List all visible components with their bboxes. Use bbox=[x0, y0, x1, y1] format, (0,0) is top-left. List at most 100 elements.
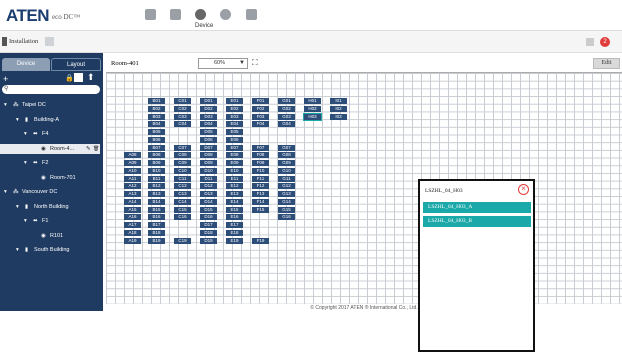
chevron-down-icon[interactable]: ▾ bbox=[16, 202, 19, 212]
rack-d19[interactable]: D19 bbox=[200, 237, 217, 244]
rack-a17[interactable]: A17 bbox=[124, 222, 141, 228]
rack-g14[interactable]: G14 bbox=[278, 198, 295, 205]
rack-e04[interactable]: E04 bbox=[226, 121, 243, 128]
document-icon[interactable] bbox=[246, 9, 257, 20]
rack-e16[interactable]: E16 bbox=[226, 214, 243, 221]
nav-device-label[interactable]: Device bbox=[195, 23, 213, 29]
floor-grid[interactable]: B01 C01 D01 E01 F01 G01 H01 I01 B02 C02 D02 E02 F02 G… bbox=[106, 72, 622, 304]
rack-f02[interactable]: F02 bbox=[252, 105, 269, 112]
rack-d13[interactable]: D13 bbox=[200, 191, 217, 197]
rack-d14[interactable]: D14 bbox=[200, 198, 217, 205]
rack-e05[interactable]: E05 bbox=[226, 129, 243, 135]
rack-c03[interactable]: C03 bbox=[174, 113, 191, 120]
rack-c15[interactable]: C15 bbox=[174, 206, 191, 213]
rack-b18[interactable]: B18 bbox=[148, 229, 165, 236]
rack-b06[interactable]: B06 bbox=[148, 136, 165, 143]
rack-g16[interactable]: G16 bbox=[278, 214, 295, 221]
rack-d18[interactable]: D18 bbox=[200, 229, 217, 236]
rack-c01[interactable]: C01 bbox=[174, 98, 191, 104]
search-input[interactable]: ⚲ bbox=[2, 85, 100, 94]
grid-icon[interactable] bbox=[45, 37, 54, 46]
rack-c02[interactable]: C02 bbox=[174, 105, 191, 112]
rack-d08[interactable]: D08 bbox=[200, 152, 217, 159]
rack-a19[interactable]: A19 bbox=[124, 237, 141, 244]
rack-f03[interactable]: F03 bbox=[252, 113, 269, 120]
rack-c13[interactable]: C13 bbox=[174, 191, 191, 197]
rack-a16[interactable]: A16 bbox=[124, 214, 141, 221]
rack-f12[interactable]: F12 bbox=[252, 183, 269, 190]
rack-e03[interactable]: E03 bbox=[226, 113, 243, 120]
rack-b13[interactable]: B13 bbox=[148, 191, 165, 197]
user-icon[interactable] bbox=[170, 9, 181, 20]
rack-d05[interactable]: D05 bbox=[200, 129, 217, 135]
chevron-down-icon[interactable]: ▾ bbox=[24, 158, 27, 168]
rack-g07[interactable]: G07 bbox=[278, 144, 295, 151]
rack-e15[interactable]: E15 bbox=[226, 206, 243, 213]
rack-b15[interactable]: B15 bbox=[148, 206, 165, 213]
rack-a15[interactable]: A15 bbox=[124, 206, 141, 213]
map-icon[interactable] bbox=[74, 73, 83, 82]
upload-icon[interactable]: ⬆ bbox=[87, 72, 95, 83]
rack-b08[interactable]: B08 bbox=[148, 152, 165, 159]
rack-f10[interactable]: F10 bbox=[252, 167, 269, 174]
rack-i02[interactable]: I02 bbox=[330, 105, 347, 112]
rack-g03[interactable]: G03 bbox=[278, 113, 295, 120]
edit-button[interactable]: Edit bbox=[593, 58, 620, 69]
edit-icon[interactable]: ✎ bbox=[86, 144, 91, 154]
rack-e06[interactable]: E06 bbox=[226, 136, 243, 143]
rack-c09[interactable]: C09 bbox=[174, 160, 191, 166]
rack-a14[interactable]: A14 bbox=[124, 198, 141, 205]
chevron-down-icon[interactable]: ▾ bbox=[24, 129, 27, 139]
rack-b12[interactable]: B12 bbox=[148, 183, 165, 190]
window-icon[interactable] bbox=[586, 38, 594, 46]
rack-b04[interactable]: B04 bbox=[148, 121, 165, 128]
rack-f01[interactable]: F01 bbox=[252, 98, 269, 104]
rack-g11[interactable]: G11 bbox=[278, 175, 295, 182]
rack-d16[interactable]: D16 bbox=[200, 214, 217, 221]
rack-g13[interactable]: G13 bbox=[278, 191, 295, 197]
chevron-down-icon[interactable]: ▾ bbox=[16, 245, 19, 255]
rack-d10[interactable]: D10 bbox=[200, 167, 217, 174]
rack-f08[interactable]: F08 bbox=[252, 152, 269, 159]
rack-b10[interactable]: B10 bbox=[148, 167, 165, 174]
rack-d03[interactable]: D03 bbox=[200, 113, 217, 120]
rack-e01[interactable]: E01 bbox=[226, 98, 243, 104]
rack-c16[interactable]: C16 bbox=[174, 214, 191, 221]
trash-icon[interactable]: 🗑 bbox=[93, 144, 99, 154]
rack-c04[interactable]: C04 bbox=[174, 121, 191, 128]
rack-b07[interactable]: B07 bbox=[148, 144, 165, 151]
rack-g15[interactable]: G15 bbox=[278, 206, 295, 213]
rack-h03[interactable]: H03 bbox=[303, 112, 322, 121]
chevron-down-icon[interactable]: ▾ bbox=[16, 115, 19, 125]
rack-d09[interactable]: D09 bbox=[200, 160, 217, 166]
rack-i03[interactable]: I03 bbox=[330, 113, 347, 120]
close-icon[interactable]: × bbox=[518, 184, 529, 195]
rack-h01[interactable]: H01 bbox=[304, 98, 321, 104]
notification-badge[interactable]: 2 bbox=[600, 37, 610, 47]
tree-item[interactable]: ◉ Room-4... ✎ 🗑 bbox=[0, 143, 100, 154]
add-icon[interactable]: + bbox=[3, 74, 8, 84]
rack-e14[interactable]: E14 bbox=[226, 198, 243, 205]
rack-b09[interactable]: B09 bbox=[148, 160, 165, 166]
rack-g02[interactable]: G02 bbox=[278, 105, 295, 112]
rack-d17[interactable]: D17 bbox=[200, 222, 217, 228]
rack-b03[interactable]: B03 bbox=[148, 113, 165, 120]
rack-a12[interactable]: A12 bbox=[124, 183, 141, 190]
rack-g09[interactable]: G09 bbox=[278, 160, 295, 166]
rack-c10[interactable]: C10 bbox=[174, 167, 191, 174]
rack-c08[interactable]: C08 bbox=[174, 152, 191, 159]
rack-e10[interactable]: E10 bbox=[226, 167, 243, 174]
rack-a18[interactable]: A18 bbox=[124, 229, 141, 236]
lock-icon[interactable]: 🔒 bbox=[65, 74, 74, 82]
chevron-down-icon[interactable]: ▾ bbox=[4, 187, 7, 197]
rack-f19[interactable]: F19 bbox=[252, 237, 269, 244]
rack-d01[interactable]: D01 bbox=[200, 98, 217, 104]
rack-g04[interactable]: G04 bbox=[278, 121, 295, 128]
rack-h02[interactable]: H02 bbox=[304, 105, 321, 112]
tab-layout[interactable]: Layout bbox=[51, 58, 101, 71]
rack-a10[interactable]: A10 bbox=[124, 167, 141, 174]
rack-d06[interactable]: D06 bbox=[200, 136, 217, 143]
rack-e09[interactable]: E09 bbox=[226, 160, 243, 166]
rack-f04[interactable]: F04 bbox=[252, 121, 269, 128]
rack-e13[interactable]: E13 bbox=[226, 191, 243, 197]
